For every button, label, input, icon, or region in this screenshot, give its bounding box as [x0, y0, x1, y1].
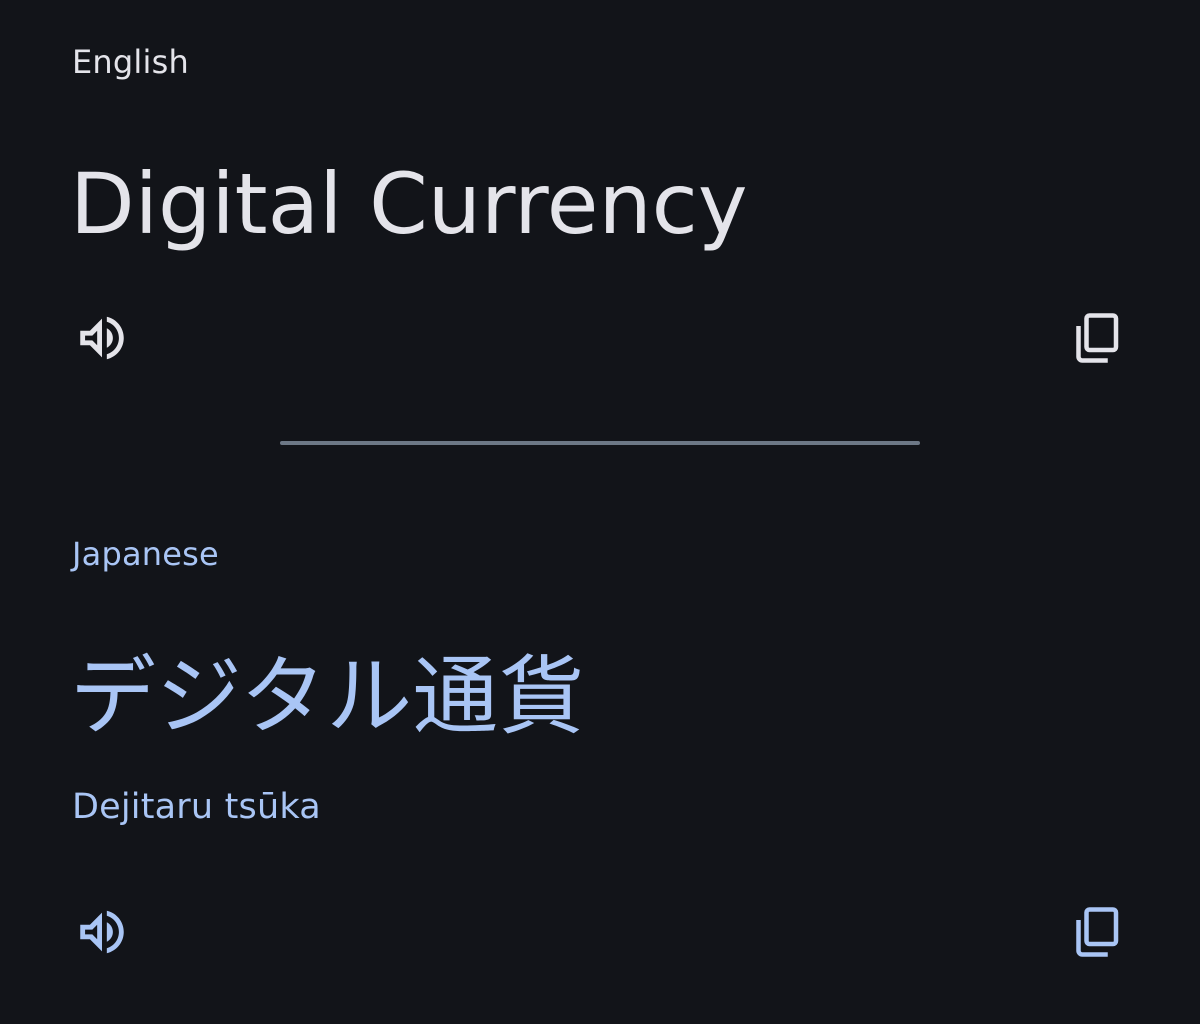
- volume-icon: [73, 309, 131, 367]
- source-speak-button[interactable]: [70, 306, 134, 370]
- source-copy-button[interactable]: [1064, 306, 1128, 370]
- target-language-label: Japanese: [72, 535, 219, 573]
- card-divider: [280, 441, 920, 445]
- translation-screen: English Digital Currency Japanese デジタル通貨…: [0, 0, 1200, 1024]
- target-speak-button[interactable]: [70, 900, 134, 964]
- volume-icon: [73, 903, 131, 961]
- source-language-label: English: [72, 43, 189, 81]
- target-transliteration: Dejitaru tsūka: [72, 787, 321, 827]
- target-text: デジタル通貨: [70, 647, 585, 747]
- copy-icon: [1066, 308, 1126, 368]
- target-copy-button[interactable]: [1064, 900, 1128, 964]
- source-text: Digital Currency: [70, 155, 748, 253]
- copy-icon: [1066, 902, 1126, 962]
